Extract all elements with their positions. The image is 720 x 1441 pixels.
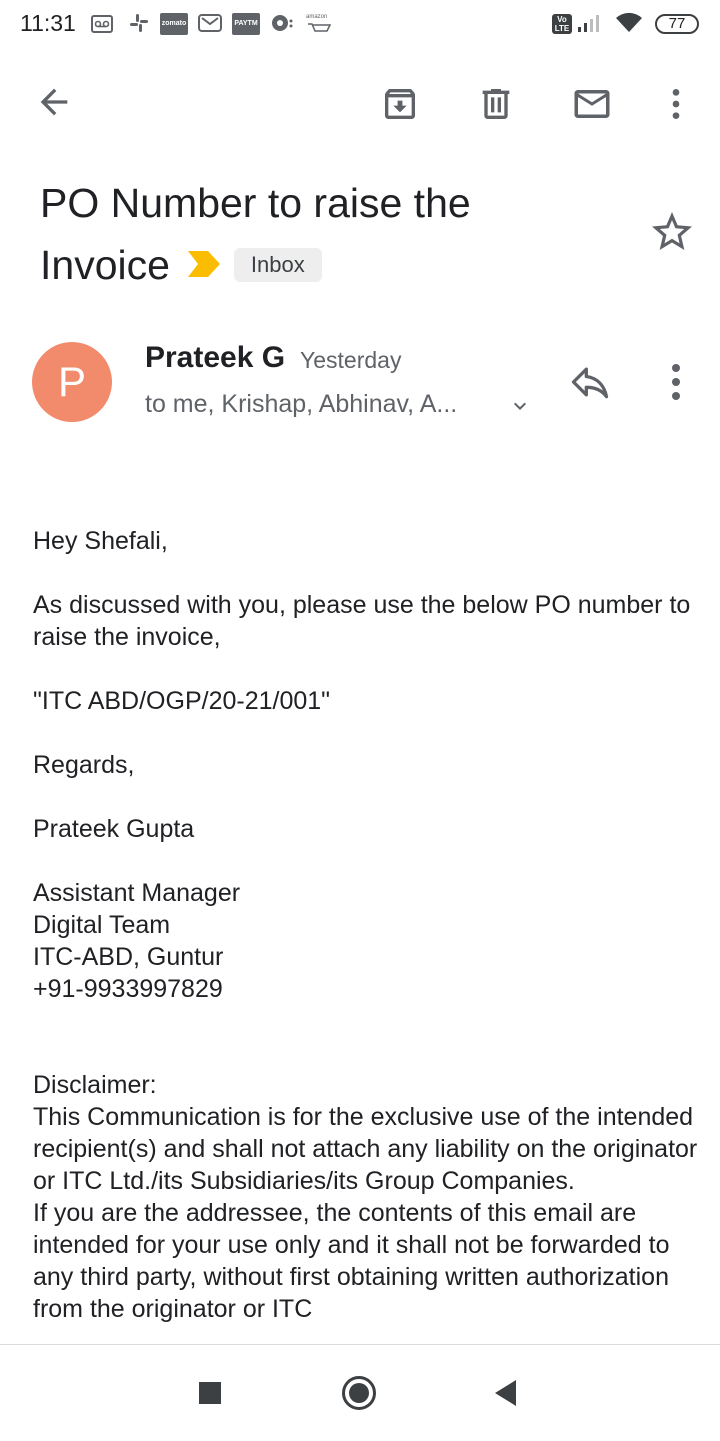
- home-circle-icon[interactable]: [341, 1375, 377, 1411]
- system-nav-bar: [0, 1344, 720, 1441]
- app-icon: [270, 12, 294, 34]
- status-bar: 11:31 zomato PAYTM amazon Vo LTE 77: [0, 0, 720, 50]
- zomato-icon: zomato: [160, 13, 188, 35]
- gmail-icon: [198, 12, 222, 34]
- sent-time: Yesterday: [300, 347, 402, 373]
- signature-team: Digital Team: [33, 911, 171, 939]
- voicemail-icon: [91, 15, 113, 33]
- battery-icon: 77: [655, 14, 699, 34]
- avatar[interactable]: P: [32, 342, 112, 422]
- sign-off: Regards,: [33, 751, 135, 779]
- reply-icon[interactable]: [568, 360, 616, 408]
- importance-marker-icon[interactable]: [186, 234, 222, 296]
- sender-name: Prateek G: [145, 341, 286, 374]
- recipients[interactable]: to me, Krishap, Abhinav, A...: [145, 390, 457, 419]
- volte-icon: Vo LTE: [552, 14, 572, 34]
- chevron-down-icon[interactable]: [508, 394, 532, 418]
- inbox-label-chip[interactable]: Inbox: [233, 248, 322, 283]
- disclaimer-text: This Communication is for the exclusive …: [33, 1103, 698, 1195]
- email-body: Hey Shefali, As discussed with you, plea…: [33, 525, 703, 1325]
- amazon-icon: amazon: [306, 14, 334, 36]
- more-vert-icon[interactable]: [652, 80, 700, 128]
- delete-icon[interactable]: [472, 80, 520, 128]
- paytm-icon: PAYTM: [232, 13, 260, 35]
- signal-icon: [576, 13, 606, 35]
- email-subject: PO Number to raise the Invoice Inbox: [40, 172, 600, 296]
- message-more-icon[interactable]: [652, 358, 700, 406]
- disclaimer-heading: Disclaimer:: [33, 1071, 157, 1099]
- back-triangle-icon[interactable]: [490, 1375, 526, 1411]
- po-number: "ITC ABD/OGP/20-21/001": [33, 687, 331, 715]
- greeting: Hey Shefali,: [33, 527, 168, 555]
- recents-square-icon[interactable]: [192, 1375, 228, 1411]
- disclaimer-text: If you are the addressee, the contents o…: [33, 1199, 670, 1323]
- archive-icon[interactable]: [376, 80, 424, 128]
- star-icon[interactable]: [648, 208, 696, 256]
- signature-name: Prateek Gupta: [33, 815, 195, 843]
- body-line: As discussed with you, please use the be…: [33, 591, 691, 651]
- signature-phone[interactable]: +91-9933997829: [33, 973, 703, 1005]
- status-time: 11:31: [20, 10, 76, 36]
- mark-unread-icon[interactable]: [568, 80, 616, 128]
- slack-icon: [128, 12, 150, 34]
- back-arrow-icon[interactable]: [30, 78, 78, 126]
- signature-location: ITC-ABD, Guntur: [33, 943, 224, 971]
- wifi-icon: [614, 12, 644, 34]
- signature-title: Assistant Manager: [33, 879, 241, 907]
